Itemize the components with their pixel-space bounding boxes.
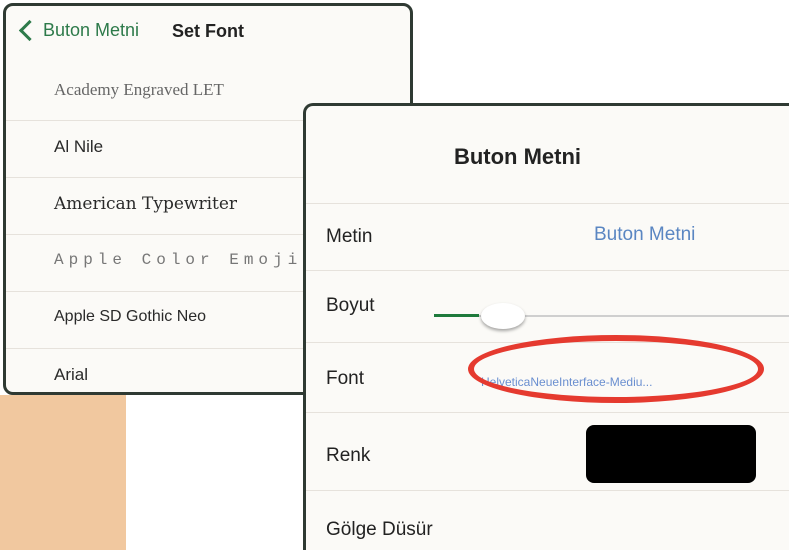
row-boyut: Boyut xyxy=(306,270,789,343)
metin-value[interactable]: Buton Metni xyxy=(594,224,695,246)
row-golge[interactable]: Gölge Düsür xyxy=(306,490,789,550)
size-slider-thumb[interactable] xyxy=(481,303,525,329)
font-item-label: Arial xyxy=(54,365,89,384)
page-title: Set Font xyxy=(172,21,244,41)
chevron-left-icon xyxy=(18,19,41,42)
font-label: Font xyxy=(326,368,365,389)
boyut-label: Boyut xyxy=(326,295,375,316)
row-metin[interactable]: Metin Buton Metni xyxy=(306,203,789,271)
renk-label: Renk xyxy=(326,445,371,466)
font-item-label: Academy Engraved LET xyxy=(54,80,224,99)
button-settings-panel: Buton Metni Metin Buton Metni Boyut Font… xyxy=(303,103,789,550)
settings-title: Buton Metni xyxy=(453,144,582,169)
back-button[interactable]: Buton Metni xyxy=(18,19,140,42)
font-item-label: Apple Color Emoji xyxy=(54,251,303,269)
font-item-label: Al Nile xyxy=(54,137,104,156)
color-swatch[interactable] xyxy=(586,425,756,483)
font-value[interactable]: HelveticaNeueInterface-Mediu... xyxy=(481,375,652,389)
background-panel xyxy=(0,395,126,550)
size-slider-fill xyxy=(434,314,479,317)
golge-label: Gölge Düsür xyxy=(326,519,433,540)
font-item-label: Apple SD Gothic Neo xyxy=(54,308,207,325)
nav-bar: Buton Metni Set Font xyxy=(6,6,410,64)
metin-label: Metin xyxy=(326,226,373,247)
row-renk[interactable]: Renk xyxy=(306,412,789,491)
font-item-label: American Typewriter xyxy=(54,194,238,214)
back-button-label: Buton Metni xyxy=(43,20,140,40)
row-font[interactable]: Font HelveticaNeueInterface-Mediu... xyxy=(306,342,789,413)
